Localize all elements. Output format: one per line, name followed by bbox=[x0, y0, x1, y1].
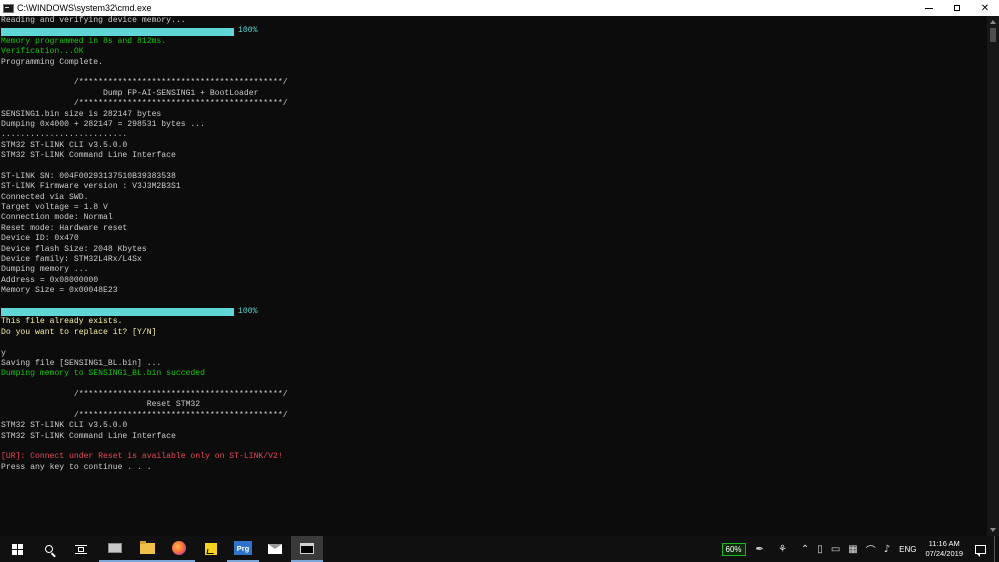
console-line: Device flash Size: 2048 Kbytes bbox=[1, 244, 147, 254]
progress-bar-line: 100% bbox=[1, 26, 987, 36]
console-output[interactable]: Reading and verifying device memory... 10… bbox=[0, 16, 987, 536]
progress-bar-fill bbox=[1, 27, 234, 36]
console-line: Connection mode: Normal bbox=[1, 213, 113, 223]
close-button[interactable]: ✕ bbox=[971, 0, 999, 16]
clock-date: 07/24/2019 bbox=[925, 549, 963, 558]
progress-bar bbox=[1, 27, 234, 36]
console-line: /***************************************… bbox=[1, 390, 288, 400]
console-line: This file already exists. bbox=[1, 317, 123, 327]
progress-bar-line: 100% bbox=[1, 307, 987, 317]
taskbar-app-computer[interactable] bbox=[99, 536, 131, 562]
console-line: Verification...OK bbox=[1, 47, 84, 57]
show-hidden-icons-chevron-up-icon[interactable]: ⌃ bbox=[801, 544, 809, 555]
console-line: STM32 ST-LINK CLI v3.5.0.0 bbox=[1, 421, 128, 431]
clock[interactable]: 11:16 AM 07/24/2019 bbox=[925, 539, 963, 559]
console-line: Press any key to continue . . . bbox=[1, 462, 152, 472]
console-line: Do you want to replace it? [Y/N] bbox=[1, 327, 157, 337]
console-line: /***************************************… bbox=[1, 99, 288, 109]
console-line: .......................... bbox=[1, 130, 128, 140]
progress-bar-fill bbox=[1, 308, 234, 317]
search-icon bbox=[45, 545, 53, 553]
network-icon[interactable]: ▦ bbox=[848, 544, 857, 555]
cmd-app-icon[interactable] bbox=[3, 3, 14, 13]
wifi-icon[interactable]: ⌒ bbox=[866, 542, 876, 557]
progress-label: 100% bbox=[238, 26, 258, 36]
pen-icon[interactable]: ✒ bbox=[756, 544, 764, 555]
language-indicator[interactable]: ENG bbox=[899, 545, 916, 554]
scroll-down-arrow-icon[interactable] bbox=[990, 528, 996, 532]
folder-icon bbox=[139, 540, 155, 554]
console-line: SENSING1.bin size is 282147 bytes bbox=[1, 109, 162, 119]
system-tray: 60% ✒ ⚘ ⌃ ▯ ▭ ▦ ⌒ ♪ ENG 11:16 AM 07/24/2… bbox=[721, 536, 999, 562]
console-line: Dumping 0x4000 + 282147 = 298531 bytes .… bbox=[1, 119, 205, 129]
console-line: Dumping memory to SENSING1_BL.bin succed… bbox=[1, 369, 205, 379]
console-line: Saving file [SENSING1_BL.bin] ... bbox=[1, 358, 162, 368]
console-line: Address = 0x08000000 bbox=[1, 275, 99, 285]
console-line: Programming Complete. bbox=[1, 57, 103, 67]
task-view-button[interactable] bbox=[65, 536, 97, 562]
console-line: Device family: STM32L4Rx/L4Sx bbox=[1, 254, 142, 264]
taskbar: Prg 60% ✒ ⚘ ⌃ ▯ ▭ ▦ ⌒ ♪ ENG 11:16 AM 07/… bbox=[0, 536, 999, 562]
console-line: STM32 ST-LINK Command Line Interface bbox=[1, 151, 176, 161]
console-line: Reset STM32 bbox=[1, 400, 201, 410]
progress-label: 100% bbox=[238, 306, 258, 316]
console-line: STM32 ST-LINK Command Line Interface bbox=[1, 431, 176, 441]
battery-percent-badge[interactable]: 60% bbox=[721, 542, 746, 556]
taskbar-app-sticky-notes[interactable] bbox=[195, 536, 227, 562]
console-line: Reading and verifying device memory... bbox=[1, 16, 186, 25]
maximize-button[interactable] bbox=[943, 0, 971, 16]
sticky-notes-icon bbox=[205, 543, 217, 555]
usb-device-icon[interactable]: ▯ bbox=[817, 544, 823, 555]
taskbar-app-command-prompt[interactable] bbox=[291, 536, 323, 562]
mail-icon bbox=[268, 544, 282, 554]
start-button[interactable] bbox=[1, 536, 33, 562]
console-line: Dumping memory ... bbox=[1, 265, 89, 275]
console-line: ST-LINK SN: 004F00293137510B39383538 bbox=[1, 171, 176, 181]
title-bar[interactable]: C:\WINDOWS\system32\cmd.exe ✕ bbox=[0, 0, 999, 16]
console-line: Device ID: 0x470 bbox=[1, 234, 79, 244]
task-view-icon bbox=[75, 544, 87, 554]
taskbar-app-folder[interactable] bbox=[131, 536, 163, 562]
people-icon[interactable]: ⚘ bbox=[778, 544, 787, 555]
console-line: Connected via SWD. bbox=[1, 192, 89, 202]
firefox-icon bbox=[172, 541, 186, 555]
console-line: ST-LINK Firmware version : V3J3M2B3S1 bbox=[1, 182, 181, 192]
search-button[interactable] bbox=[33, 536, 65, 562]
cmd-icon bbox=[300, 542, 314, 554]
console-line: Reset mode: Hardware reset bbox=[1, 223, 128, 233]
console-line: Dump FP-AI-SENSING1 + BootLoader bbox=[1, 88, 259, 98]
console-line: Target voltage = 1.8 V bbox=[1, 203, 108, 213]
console-line: Memory Size = 0x00048E23 bbox=[1, 286, 118, 296]
clock-time: 11:16 AM bbox=[928, 539, 960, 548]
battery-icon[interactable]: ▭ bbox=[831, 544, 840, 555]
show-desktop-button[interactable] bbox=[994, 536, 999, 562]
scroll-up-arrow-icon[interactable] bbox=[990, 20, 996, 24]
vertical-scrollbar[interactable] bbox=[987, 16, 999, 536]
computer-icon bbox=[108, 543, 122, 553]
window-title: C:\WINDOWS\system32\cmd.exe bbox=[17, 3, 152, 13]
scroll-thumb[interactable] bbox=[990, 28, 996, 42]
taskbar-app-firefox[interactable] bbox=[163, 536, 195, 562]
taskbar-app-mail[interactable] bbox=[259, 536, 291, 562]
console-line: /***************************************… bbox=[1, 410, 288, 420]
progress-bar bbox=[1, 308, 234, 317]
minimize-button[interactable] bbox=[915, 0, 943, 16]
console-line: [UR]: Connect under Reset is available o… bbox=[1, 452, 283, 462]
console-line: Memory programmed in 8s and 812ms. bbox=[1, 36, 167, 46]
volume-icon[interactable]: ♪ bbox=[884, 544, 890, 555]
windows-logo-icon bbox=[11, 543, 23, 555]
console-line: STM32 ST-LINK CLI v3.5.0.0 bbox=[1, 140, 128, 150]
notification-center-icon[interactable] bbox=[975, 544, 986, 557]
console-line: /***************************************… bbox=[1, 78, 288, 88]
taskbar-app-prg[interactable]: Prg bbox=[227, 536, 259, 562]
console-line: y bbox=[1, 348, 6, 358]
prg-icon: Prg bbox=[234, 541, 252, 555]
